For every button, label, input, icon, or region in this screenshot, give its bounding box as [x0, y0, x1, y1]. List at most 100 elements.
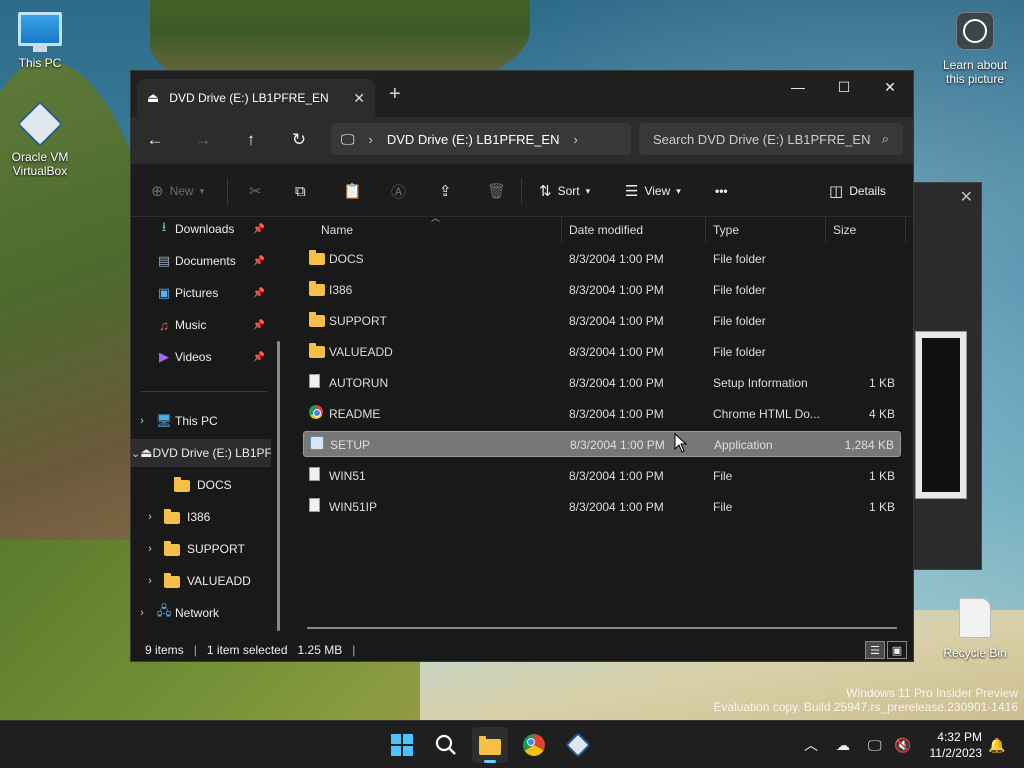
- onedrive-cloud-icon[interactable]: ☁: [836, 721, 850, 768]
- sort-button[interactable]: ⇅ Sort ▾: [539, 164, 590, 218]
- selection-size: 1.25 MB: [297, 643, 343, 657]
- nav-item-docs[interactable]: DOCS: [131, 471, 271, 499]
- file-explorer-window: ⏏ DVD Drive (E:) LB1PFRE_EN ✕ + — ☐ ✕ ← …: [130, 70, 914, 662]
- folder-icon: [161, 508, 183, 525]
- taskbar-clock[interactable]: 4:32 PM 11/2/2023: [930, 729, 983, 761]
- tab-dvd-drive[interactable]: ⏏ DVD Drive (E:) LB1PFRE_EN ✕: [137, 79, 375, 117]
- chevron-right-icon[interactable]: ›: [131, 415, 153, 427]
- column-header-date[interactable]: Date modified: [569, 217, 643, 243]
- close-tab-icon[interactable]: ✕: [353, 90, 365, 107]
- up-arrow-icon[interactable]: ↑: [227, 130, 275, 150]
- chevron-down-icon: ▾: [585, 185, 591, 196]
- back-arrow-icon[interactable]: ←: [131, 130, 179, 150]
- nav-item-downloads[interactable]: ⭳ Downloads 📌: [131, 215, 271, 243]
- chevron-right-icon[interactable]: ›: [139, 543, 161, 555]
- details-button[interactable]: ◫ Details: [829, 164, 886, 218]
- nav-item-music[interactable]: ♫ Music 📌: [131, 311, 271, 339]
- status-bar: 9 items | 1 item selected 1.25 MB | ☰ ▣: [131, 639, 913, 661]
- background-window[interactable]: ✕: [912, 182, 982, 570]
- show-hidden-icons-chevron-up-icon[interactable]: ︿: [804, 721, 818, 768]
- nav-scrollbar[interactable]: [277, 341, 280, 631]
- folder-icon: [171, 476, 193, 493]
- desktop-icon-virtualbox[interactable]: Oracle VM VirtualBox: [0, 101, 80, 178]
- chevron-right-icon[interactable]: ›: [139, 575, 161, 587]
- search-input[interactable]: Search DVD Drive (E:) LB1PFRE_EN ⌕: [639, 123, 903, 155]
- videos-icon: ▶: [159, 349, 169, 364]
- desktop-icon-learn-about-picture[interactable]: Learn about this picture: [935, 12, 1015, 86]
- file-row-docs[interactable]: DOCS 8/3/2004 1:00 PM File folder: [303, 246, 901, 272]
- setup-info-icon: [309, 374, 320, 391]
- new-button[interactable]: ⊕ New ▾: [151, 164, 204, 218]
- chrome-icon: [309, 405, 323, 422]
- chevron-right-icon[interactable]: ›: [139, 511, 161, 523]
- notification-bell-icon[interactable]: 🔔: [988, 721, 1005, 768]
- pin-icon: 📌: [252, 319, 265, 331]
- delete-icon[interactable]: 🗑: [487, 164, 506, 218]
- new-tab-button[interactable]: +: [389, 83, 401, 106]
- file-row-setup[interactable]: SETUP 8/3/2004 1:00 PM Application 1,284…: [303, 431, 901, 457]
- cut-icon[interactable]: ✂: [249, 164, 262, 218]
- column-header-name[interactable]: Name: [321, 217, 353, 243]
- plus-circle-icon: ⊕: [151, 183, 164, 200]
- desktop-icon-this-pc[interactable]: This PC: [0, 12, 80, 70]
- column-header-size[interactable]: Size: [833, 217, 856, 243]
- file-explorer-taskbar-icon[interactable]: [472, 727, 508, 763]
- chevron-down-icon[interactable]: ⌄: [131, 447, 140, 460]
- more-options-button[interactable]: •••: [715, 164, 728, 218]
- tiles-view-icon[interactable]: ▣: [887, 641, 907, 659]
- start-button[interactable]: [384, 727, 420, 763]
- close-window-button[interactable]: ✕: [867, 71, 913, 103]
- paste-icon[interactable]: 📋: [343, 164, 362, 218]
- rename-icon[interactable]: Ⓐ: [391, 164, 406, 218]
- file-row-support[interactable]: SUPPORT 8/3/2004 1:00 PM File folder: [303, 308, 901, 334]
- column-header-type[interactable]: Type: [713, 217, 739, 243]
- computer-icon: [18, 12, 62, 52]
- virtualbox-taskbar-icon[interactable]: [560, 727, 596, 763]
- close-icon[interactable]: ✕: [960, 187, 973, 207]
- pin-icon: 📌: [252, 255, 265, 267]
- background-window-content: [915, 331, 967, 499]
- details-view-icon[interactable]: ☰: [865, 641, 885, 659]
- copy-icon[interactable]: ⧉: [295, 164, 306, 218]
- search-icon[interactable]: [428, 727, 464, 763]
- address-segment[interactable]: DVD Drive (E:) LB1PFRE_EN: [387, 132, 560, 147]
- minimize-button[interactable]: —: [775, 71, 821, 103]
- nav-item-dvd-drive[interactable]: ⌄ ⏏ DVD Drive (E:) LB1PFRE_EN: [131, 439, 271, 467]
- file-row-win51ip[interactable]: WIN51IP 8/3/2004 1:00 PM File 1 KB: [303, 494, 901, 520]
- title-bar[interactable]: ⏏ DVD Drive (E:) LB1PFRE_EN ✕ + — ☐ ✕: [131, 71, 913, 117]
- dvd-drive-icon: ⏏: [140, 445, 153, 460]
- chevron-right-icon[interactable]: ›: [131, 607, 153, 619]
- maximize-button[interactable]: ☐: [821, 71, 867, 103]
- file-row-readme[interactable]: README 8/3/2004 1:00 PM Chrome HTML Do..…: [303, 401, 901, 427]
- network-status-icon[interactable]: 🖵: [868, 721, 882, 768]
- nav-item-valueadd[interactable]: › VALUEADD: [131, 567, 271, 595]
- chevron-down-icon: ▾: [199, 185, 205, 196]
- nav-item-network[interactable]: › 🖧 Network: [131, 599, 271, 627]
- share-icon[interactable]: ⇪: [439, 164, 452, 218]
- address-bar[interactable]: 🖵 › DVD Drive (E:) LB1PFRE_EN ›: [331, 123, 631, 155]
- nav-item-i386[interactable]: › I386: [131, 503, 271, 531]
- item-count: 9 items: [145, 643, 184, 657]
- file-row-win51[interactable]: WIN51 8/3/2004 1:00 PM File 1 KB: [303, 463, 901, 489]
- evaluation-watermark: Windows 11 Pro Insider Preview Evaluatio…: [713, 686, 1018, 714]
- forward-arrow-icon[interactable]: →: [179, 130, 227, 150]
- mouse-cursor-icon: [674, 433, 688, 453]
- desktop-icon-recycle-bin[interactable]: Recycle Bin: [935, 598, 1015, 660]
- volume-muted-icon[interactable]: 🔇: [894, 721, 911, 768]
- nav-item-support[interactable]: › SUPPORT: [131, 535, 271, 563]
- nav-item-documents[interactable]: ▤ Documents 📌: [131, 247, 271, 275]
- file-row-i386[interactable]: I386 8/3/2004 1:00 PM File folder: [303, 277, 901, 303]
- explorer-body: ⭳ Downloads 📌 ▤ Documents 📌 ▣ Pictures 📌…: [131, 213, 913, 639]
- chevron-right-icon[interactable]: ›: [574, 132, 578, 147]
- file-row-autorun[interactable]: AUTORUN 8/3/2004 1:00 PM Setup Informati…: [303, 370, 901, 396]
- chevron-right-icon[interactable]: ›: [369, 132, 373, 147]
- file-row-valueadd[interactable]: VALUEADD 8/3/2004 1:00 PM File folder: [303, 339, 901, 365]
- nav-item-pictures[interactable]: ▣ Pictures 📌: [131, 279, 271, 307]
- chrome-taskbar-icon[interactable]: [516, 727, 552, 763]
- nav-item-videos[interactable]: ▶ Videos 📌: [131, 343, 271, 371]
- nav-item-this-pc[interactable]: › 🖥 This PC: [131, 407, 271, 435]
- view-button[interactable]: ☰ View ▾: [625, 164, 681, 218]
- horizontal-scrollbar[interactable]: [307, 627, 897, 629]
- pin-icon: 📌: [252, 223, 265, 235]
- refresh-icon[interactable]: ↻: [275, 130, 323, 150]
